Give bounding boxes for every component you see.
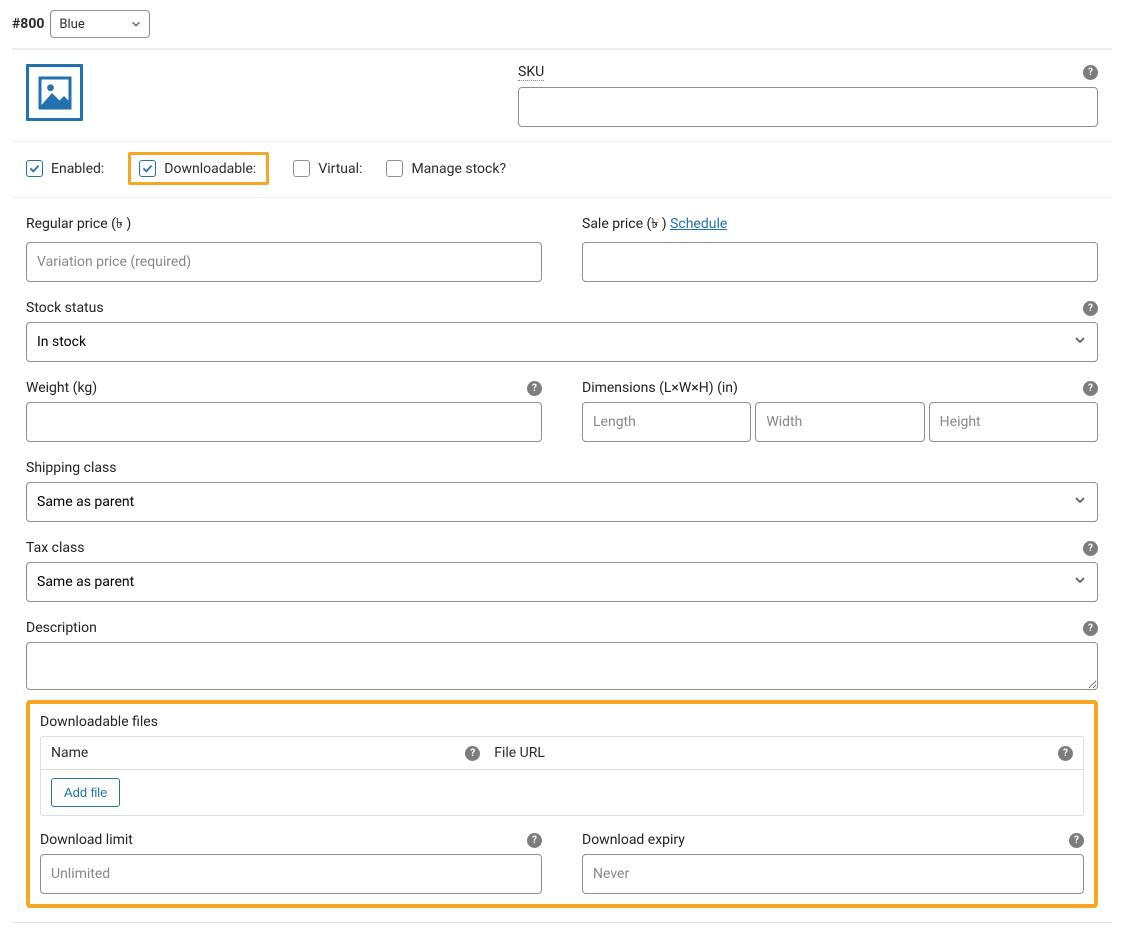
variation-panel: SKU ? Enabled: Downloadable: Virtual: Ma… xyxy=(12,48,1112,923)
sale-price-input[interactable] xyxy=(582,242,1098,282)
help-icon[interactable]: ? xyxy=(465,746,480,761)
regular-price-input[interactable] xyxy=(26,242,542,282)
sku-input[interactable] xyxy=(518,87,1098,127)
help-icon[interactable]: ? xyxy=(527,381,542,396)
attribute-select[interactable]: Blue xyxy=(50,10,150,38)
dimensions-label: Dimensions (L×W×H) (in) xyxy=(582,380,738,396)
schedule-link[interactable]: Schedule xyxy=(670,216,727,232)
help-icon[interactable]: ? xyxy=(1083,381,1098,396)
help-icon[interactable]: ? xyxy=(1058,746,1073,761)
downloadable-files-label: Downloadable files xyxy=(40,714,158,730)
virtual-checkbox[interactable] xyxy=(293,160,310,177)
enabled-label: Enabled: xyxy=(51,161,104,177)
downloadable-section: Downloadable files Name ? File URL ? Add… xyxy=(26,700,1098,908)
description-textarea[interactable] xyxy=(26,642,1098,690)
stock-status-select[interactable] xyxy=(26,322,1098,362)
shipping-class-label: Shipping class xyxy=(26,460,1098,476)
downloadable-checkbox[interactable] xyxy=(139,160,156,177)
manage-stock-label: Manage stock? xyxy=(411,161,506,177)
virtual-label: Virtual: xyxy=(318,161,362,177)
col-name-header: Name xyxy=(51,745,88,761)
help-icon[interactable]: ? xyxy=(1083,541,1098,556)
variation-header: #800 Blue xyxy=(12,10,1112,48)
download-limit-label: Download limit xyxy=(40,832,133,848)
pricing-row: Regular price (৳ ) Sale price (৳ ) Sched… xyxy=(26,212,1098,282)
help-icon[interactable]: ? xyxy=(1069,833,1084,848)
image-icon xyxy=(37,75,73,111)
downloadable-checkbox-wrap[interactable]: Downloadable: xyxy=(128,152,269,185)
weight-label: Weight (kg) xyxy=(26,380,97,396)
height-input[interactable] xyxy=(929,402,1098,442)
shipping-class-select[interactable] xyxy=(26,482,1098,522)
tax-class-select[interactable] xyxy=(26,562,1098,602)
sku-label: SKU xyxy=(518,64,544,81)
description-label: Description xyxy=(26,620,97,636)
form-body: Regular price (৳ ) Sale price (৳ ) Sched… xyxy=(12,198,1112,922)
enabled-checkbox[interactable] xyxy=(26,160,43,177)
download-expiry-label: Download expiry xyxy=(582,832,685,848)
enabled-checkbox-wrap[interactable]: Enabled: xyxy=(26,155,104,182)
help-icon[interactable]: ? xyxy=(1083,65,1098,80)
top-block: SKU ? xyxy=(12,64,1112,141)
downloadable-label: Downloadable: xyxy=(164,161,256,177)
variation-id: #800 xyxy=(12,16,44,32)
checkbox-bar: Enabled: Downloadable: Virtual: Manage s… xyxy=(12,141,1112,198)
sale-price-label-text: Sale price (৳ ) xyxy=(582,216,667,232)
regular-price-label: Regular price (৳ ) xyxy=(26,212,542,236)
attribute-select-value: Blue xyxy=(59,17,84,32)
width-input[interactable] xyxy=(755,402,924,442)
length-input[interactable] xyxy=(582,402,751,442)
downloadable-files-table: Name ? File URL ? Add file xyxy=(40,736,1084,816)
help-icon[interactable]: ? xyxy=(1083,621,1098,636)
stock-status-label: Stock status xyxy=(26,300,104,316)
virtual-checkbox-wrap[interactable]: Virtual: xyxy=(293,155,362,182)
weight-input[interactable] xyxy=(26,402,542,442)
col-url-header: File URL xyxy=(494,745,545,761)
download-expiry-input[interactable] xyxy=(582,854,1084,894)
tax-class-label: Tax class xyxy=(26,540,84,556)
variation-image-placeholder[interactable] xyxy=(26,64,83,121)
help-icon[interactable]: ? xyxy=(527,833,542,848)
sale-price-label: Sale price (৳ ) Schedule xyxy=(582,212,1098,236)
manage-stock-checkbox-wrap[interactable]: Manage stock? xyxy=(386,155,506,182)
download-limit-input[interactable] xyxy=(40,854,542,894)
help-icon[interactable]: ? xyxy=(1083,301,1098,316)
add-file-button[interactable]: Add file xyxy=(51,778,120,807)
chevron-down-icon xyxy=(131,19,141,29)
manage-stock-checkbox[interactable] xyxy=(386,160,403,177)
